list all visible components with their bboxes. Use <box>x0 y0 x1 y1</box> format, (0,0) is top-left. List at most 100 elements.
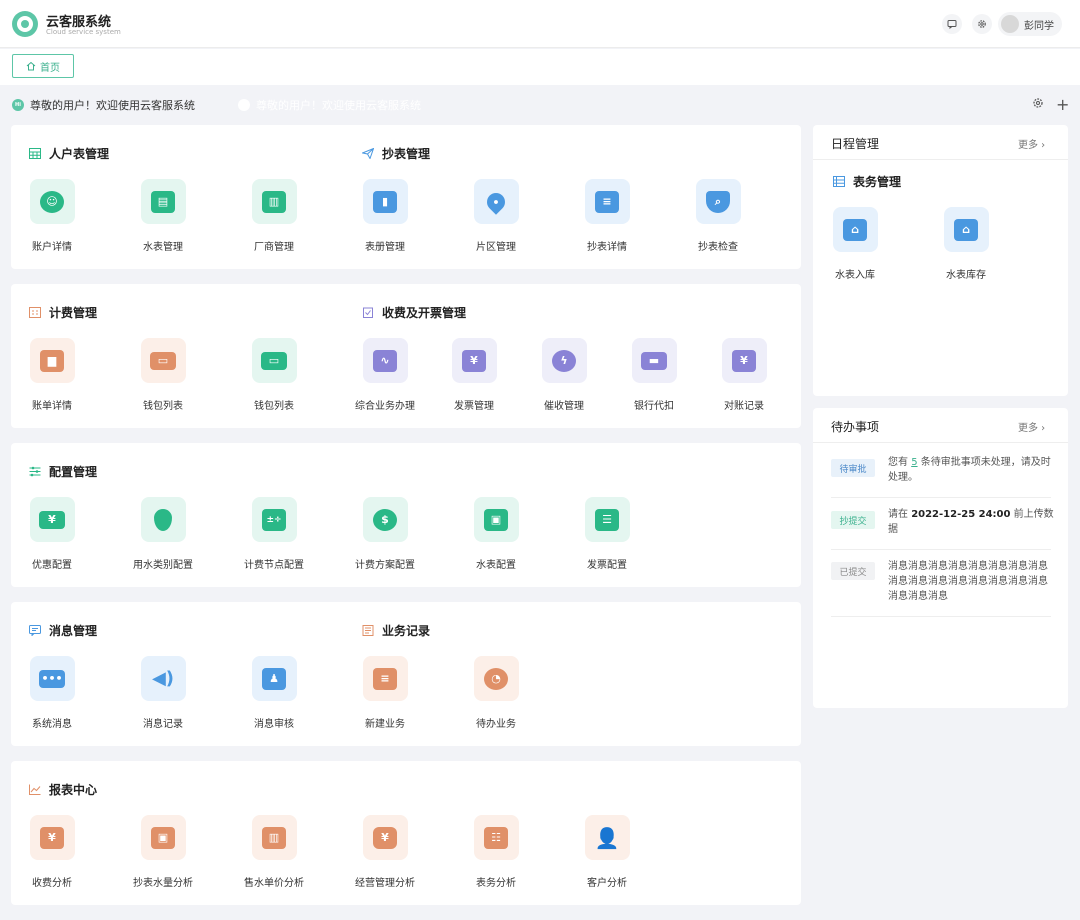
todo-item-submitted[interactable]: 消息消息消息消息消息消息消息消息消息消息消息消息消息消息消息消息消息消息消息 <box>888 559 1054 604</box>
monitor-chart-icon: ∿ <box>362 338 408 383</box>
coupon-icon: ¥ <box>29 497 75 542</box>
add-icon[interactable]: + <box>1056 95 1069 114</box>
message-icon[interactable] <box>942 14 962 34</box>
clipboard-add-icon: ≡ <box>362 656 408 701</box>
yen-hexagon-icon: ¥ <box>362 815 408 860</box>
item-wallet-list-2[interactable]: ▭ 钱包列表 <box>219 338 329 412</box>
section-title-message: 消息管理 <box>29 622 97 639</box>
chat-icon <box>29 625 41 636</box>
item-area-manage[interactable]: • 片区管理 <box>441 179 551 253</box>
send-icon <box>362 148 374 159</box>
item-meter-config[interactable]: ▣ 水表配置 <box>441 497 551 571</box>
bar-chart-icon: ▆ <box>29 338 75 383</box>
todo-item-approval[interactable]: 您有 5 条待审批事项未处理，请及时处理。 <box>888 455 1054 485</box>
user-icon: 👤 <box>584 815 630 860</box>
item-discount-config[interactable]: ¥ 优惠配置 <box>0 497 107 571</box>
water-meter-icon: ▣ <box>140 815 186 860</box>
divider <box>813 442 1068 443</box>
item-reading-detail[interactable]: ≡ 抄表详情 <box>552 179 662 253</box>
yen-document-icon: ¥ <box>721 338 767 383</box>
card-stack-icon: ≡ <box>584 179 630 224</box>
tab-home[interactable]: 首页 <box>12 54 74 78</box>
water-meter-icon: ▣ <box>473 497 519 542</box>
todo-tag-reading: 抄提交 <box>831 511 875 529</box>
todo-title: 待办事项 <box>831 420 880 434</box>
book-icon: ▮ <box>362 179 408 224</box>
dollar-icon: $ <box>362 497 408 542</box>
document-list-icon <box>362 625 374 636</box>
divider <box>813 159 1068 160</box>
meter-icon: ▤ <box>140 179 186 224</box>
user-name: 彭同学 <box>1024 21 1054 32</box>
wallet-icon: ▭ <box>251 338 297 383</box>
todo-deadline: 2022-12-25 24:00 <box>911 509 1011 520</box>
item-charge-analysis[interactable]: ¥ 收费分析 <box>0 815 107 889</box>
schedule-more-link[interactable]: 更多 › <box>1018 136 1045 151</box>
item-customer-analysis[interactable]: 👤 客户分析 <box>552 815 662 889</box>
settings-icon[interactable] <box>1032 97 1044 113</box>
item-invoice-config[interactable]: ☰ 发票配置 <box>552 497 662 571</box>
item-system-message[interactable]: ••• 系统消息 <box>0 656 107 730</box>
tab-bar: 首页 <box>0 49 1080 85</box>
item-unit-price-analysis[interactable]: ▥ 售水单价分析 <box>219 815 329 889</box>
todo-more-link[interactable]: 更多 › <box>1018 419 1045 434</box>
building-icon: ▥ <box>251 179 297 224</box>
calculator-icon: ±÷ <box>251 497 297 542</box>
item-meter-analysis[interactable]: ☷ 表务分析 <box>441 815 551 889</box>
house-icon: ⌂ <box>832 207 878 252</box>
item-billing-node-config[interactable]: ±÷ 计费节点配置 <box>219 497 329 571</box>
user-menu[interactable]: 彭同学 <box>998 12 1062 36</box>
panel-config: 配置管理 ¥ 优惠配置 用水类别配置 ±÷ 计费节点配置 $ 计费方案配置 ▣ … <box>11 443 801 587</box>
app-subtitle: Cloud service system <box>46 28 121 36</box>
todo-count-link[interactable]: 5 <box>911 457 917 468</box>
water-drop-icon <box>140 497 186 542</box>
schedule-title: 日程管理 <box>831 137 880 151</box>
item-bill-detail[interactable]: ▆ 账单详情 <box>0 338 107 412</box>
section-title-charge: 收费及开票管理 <box>362 304 466 321</box>
divider <box>831 497 1051 498</box>
divider <box>831 616 1051 617</box>
welcome-ghost-icon <box>238 99 250 111</box>
schedule-subtitle: 表务管理 <box>833 173 901 190</box>
item-message-record[interactable]: ◀) 消息记录 <box>108 656 218 730</box>
lightning-icon: ϟ <box>541 338 587 383</box>
section-title-report: 报表中心 <box>29 781 97 798</box>
todo-panel: 待办事项 更多 › 待审批 您有 5 条待审批事项未处理，请及时处理。 抄提交 … <box>813 408 1068 708</box>
item-pending-business[interactable]: ◔ 待办业务 <box>441 656 551 730</box>
todo-item-reading[interactable]: 请在 2022-12-25 24:00 前上传数据 <box>888 507 1054 537</box>
table-icon <box>833 176 845 187</box>
item-billing-plan-config[interactable]: $ 计费方案配置 <box>330 497 440 571</box>
section-title-business: 业务记录 <box>362 622 430 639</box>
sliders-icon <box>29 466 41 477</box>
item-reading-check[interactable]: ⌕ 抄表检查 <box>663 179 773 253</box>
item-water-type-config[interactable]: 用水类别配置 <box>108 497 218 571</box>
panel-report: 报表中心 ¥ 收费分析 ▣ 抄表水量分析 ▥ 售水单价分析 ¥ 经营管理分析 ☷… <box>11 761 801 905</box>
item-reconciliation[interactable]: ¥ 对账记录 <box>689 338 799 412</box>
item-meter-inventory[interactable]: ⌂ 水表库存 <box>911 207 1021 281</box>
item-vendor-manage[interactable]: ▥ 厂商管理 <box>219 179 329 253</box>
avatar <box>1001 15 1019 33</box>
receipt-icon: ¥ <box>451 338 497 383</box>
item-operation-analysis[interactable]: ¥ 经营管理分析 <box>330 815 440 889</box>
welcome-ghost-text: 尊敬的用户！欢迎使用云客服系统 <box>256 99 421 112</box>
home-icon <box>26 61 36 71</box>
todo-tag-approval: 待审批 <box>831 459 875 477</box>
schedule-panel: 日程管理 更多 › 表务管理 ⌂ 水表入库 ⌂ 水表库存 <box>813 125 1068 396</box>
item-new-business[interactable]: ≡ 新建业务 <box>330 656 440 730</box>
calculator-icon <box>29 307 41 318</box>
message-bubble-icon: ••• <box>29 656 75 701</box>
item-account-detail[interactable]: ☺ 账户详情 <box>0 179 107 253</box>
panel-household-reading: 人户表管理 抄表管理 ☺ 账户详情 ▤ 水表管理 ▥ 厂商管理 ▮ 表册管理 •… <box>11 125 801 269</box>
item-wallet-list[interactable]: ▭ 钱包列表 <box>108 338 218 412</box>
top-bar: 云客服系统 Cloud service system 彭同学 <box>0 0 1080 48</box>
item-meter-warehousing[interactable]: ⌂ 水表入库 <box>800 207 910 281</box>
section-title-reading: 抄表管理 <box>362 145 430 162</box>
item-meter-manage[interactable]: ▤ 水表管理 <box>108 179 218 253</box>
item-reading-volume-analysis[interactable]: ▣ 抄表水量分析 <box>108 815 218 889</box>
clipboard-check-icon <box>363 307 373 318</box>
stamp-icon: ♟ <box>251 656 297 701</box>
divider <box>831 549 1051 550</box>
item-message-review[interactable]: ♟ 消息审核 <box>219 656 329 730</box>
gear-icon[interactable] <box>972 14 992 34</box>
item-book-manage[interactable]: ▮ 表册管理 <box>330 179 440 253</box>
